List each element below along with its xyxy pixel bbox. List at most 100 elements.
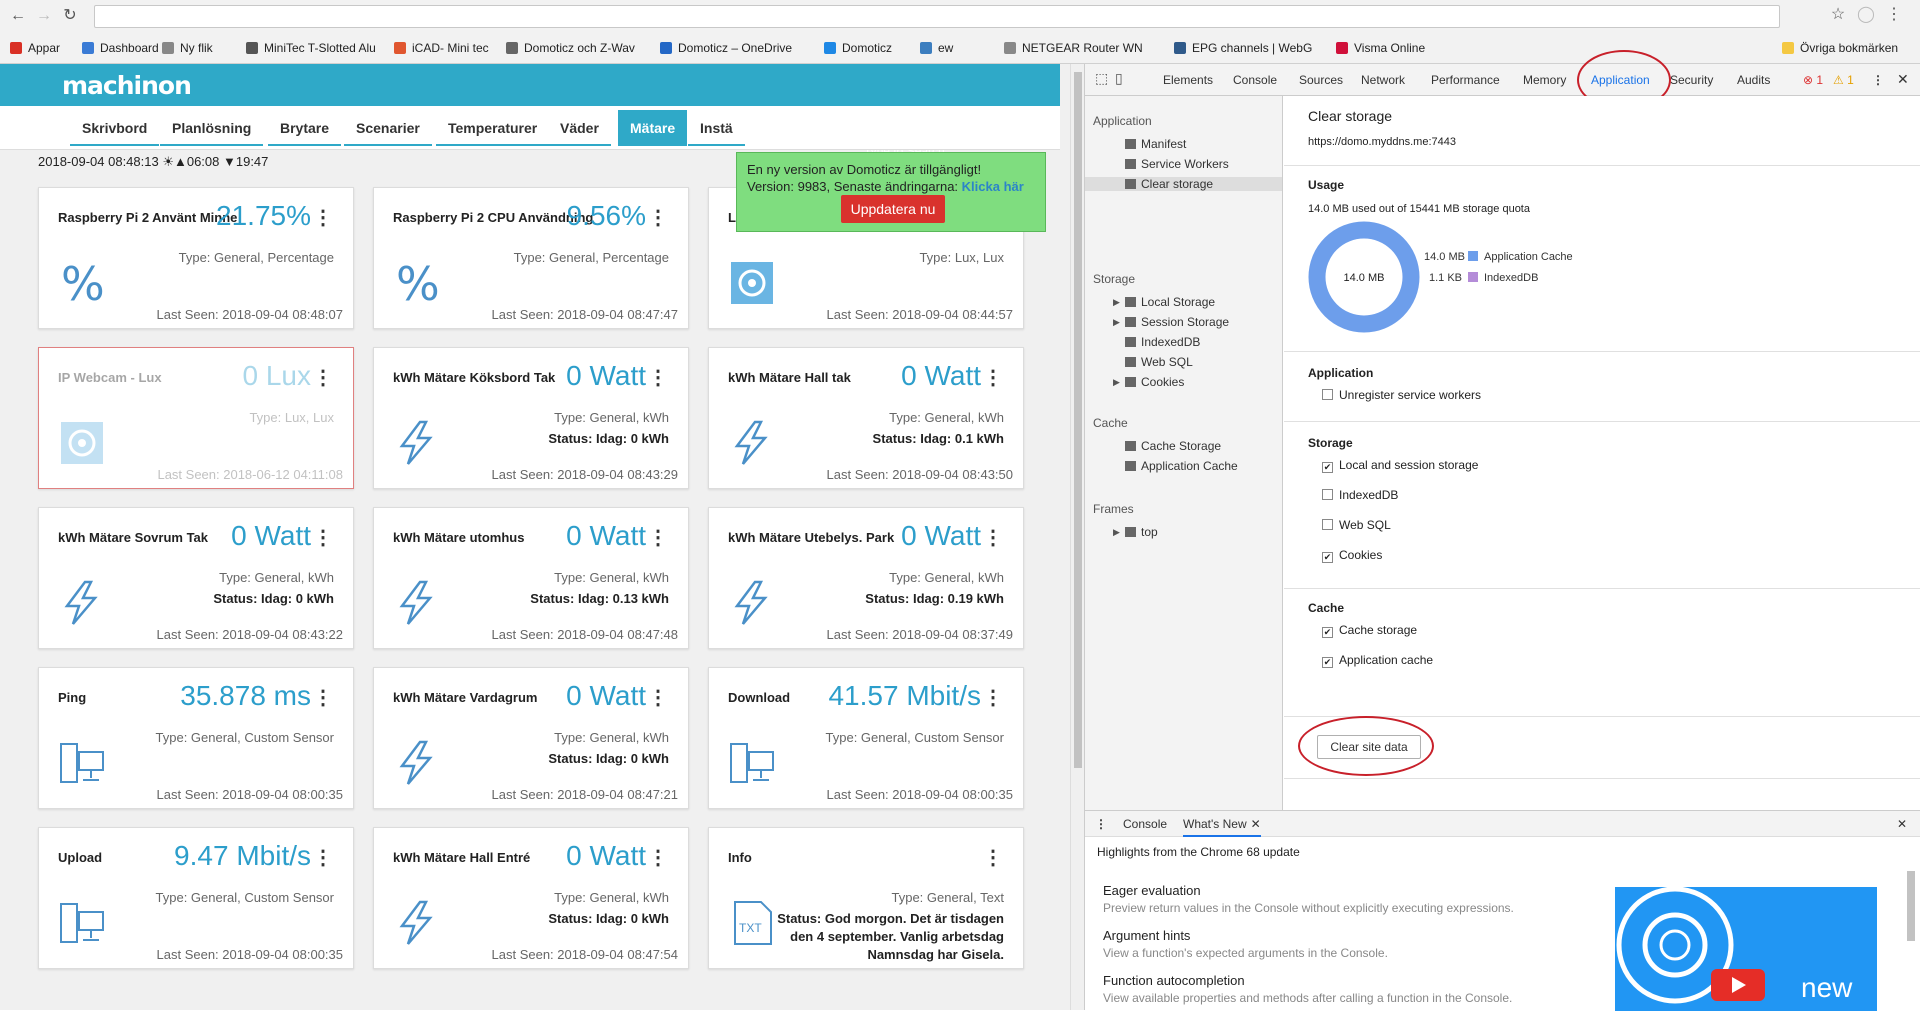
checkbox-row[interactable]: Web SQL [1322, 518, 1391, 532]
drawer-tab[interactable]: Console [1123, 817, 1167, 831]
close-drawer-icon[interactable]: ✕ [1897, 817, 1907, 831]
device-card[interactable]: kWh Mätare Vardagrum 0 Watt ⋮ Type: General… [373, 667, 689, 809]
inspect-icon[interactable]: ⬚ [1095, 70, 1108, 87]
devtools-tab[interactable]: Elements [1163, 73, 1213, 87]
device-card[interactable]: Raspberry Pi 2 Använt Minne 21.75% ⋮ Type: … [38, 187, 354, 329]
device-card[interactable]: Upload 9.47 Mbit/s ⋮ Type: General, Custom … [38, 827, 354, 969]
nav-tab[interactable]: Scenarier [344, 110, 432, 146]
checkbox[interactable] [1322, 389, 1333, 400]
bookmark-item[interactable]: Dashboard [82, 41, 159, 55]
card-menu-icon[interactable]: ⋮ [648, 528, 668, 548]
other-bookmarks[interactable]: Övriga bokmärken [1782, 41, 1898, 55]
back-icon[interactable]: ← [8, 6, 28, 26]
card-menu-icon[interactable]: ⋮ [313, 528, 333, 548]
device-card[interactable]: kWh Mätare Hall Entré 0 Watt ⋮ Type: Genera… [373, 827, 689, 969]
device-card[interactable]: kWh Mätare Köksbord Tak 0 Watt ⋮ Type: Gene… [373, 347, 689, 489]
bookmark-item[interactable]: EPG channels | WebG [1174, 41, 1312, 55]
checkbox[interactable]: ✔ [1322, 462, 1333, 473]
sidebar-item[interactable]: Manifest [1125, 137, 1186, 151]
devtools-tab[interactable]: Network [1361, 73, 1405, 87]
card-menu-icon[interactable]: ⋮ [313, 368, 333, 388]
drawer-scrollbar[interactable] [1907, 871, 1915, 941]
devtools-tab[interactable]: Security [1670, 73, 1713, 87]
card-menu-icon[interactable]: ⋮ [313, 848, 333, 868]
bookmark-item[interactable]: Domoticz och Z-Wav [506, 41, 635, 55]
nav-tab[interactable]: Brytare [268, 110, 342, 146]
nav-tab[interactable]: Väder [548, 110, 611, 146]
nav-tab[interactable]: Instä [688, 110, 745, 146]
checkbox-row[interactable]: ✔ Local and session storage [1322, 458, 1478, 473]
sidebar-item[interactable]: Cache Storage [1125, 439, 1221, 453]
sidebar-item[interactable]: Clear storage [1085, 177, 1282, 191]
bookmark-item[interactable]: Domoticz [824, 41, 892, 55]
menu-icon[interactable]: ⋮ [1884, 5, 1904, 25]
warning-count[interactable]: ⚠ 1 [1833, 73, 1854, 87]
sidebar-item[interactable]: ▶ Session Storage [1113, 315, 1229, 329]
sidebar-item[interactable]: ▶ Cookies [1113, 375, 1184, 389]
scroll-thumb[interactable] [1074, 72, 1082, 768]
card-menu-icon[interactable]: ⋮ [983, 528, 1003, 548]
bookmark-item[interactable]: Domoticz – OneDrive [660, 41, 792, 55]
devtools-tab[interactable]: Performance [1431, 73, 1500, 87]
checkbox-row[interactable]: ✔ Cookies [1322, 548, 1382, 563]
device-card[interactable]: IP Webcam - Lux 0 Lux ⋮ Type: Lux, Lux Last … [38, 347, 354, 489]
device-card[interactable]: Download 41.57 Mbit/s ⋮ Type: General, Cust… [708, 667, 1024, 809]
update-button[interactable]: Uppdatera nu [841, 195, 945, 223]
bookmark-item[interactable]: NETGEAR Router WN [1004, 41, 1143, 55]
nav-tab[interactable]: Skrivbord [70, 110, 160, 146]
address-bar[interactable] [94, 5, 1780, 28]
device-card[interactable]: Ping 35.878 ms ⋮ Type: General, Custom Sens… [38, 667, 354, 809]
forward-icon[interactable]: → [34, 6, 54, 26]
nav-tab[interactable]: Mätare [618, 110, 688, 146]
devtools-tab[interactable]: Audits [1737, 73, 1770, 87]
whats-new-item[interactable]: Function autocompletion View available pr… [1103, 973, 1512, 1005]
checkbox[interactable]: ✔ [1322, 657, 1333, 668]
checkbox[interactable] [1322, 489, 1333, 500]
card-menu-icon[interactable]: ⋮ [983, 368, 1003, 388]
bookmark-item[interactable]: iCAD- Mini tec [394, 41, 489, 55]
nav-tab[interactable]: Temperaturer [436, 110, 550, 146]
device-card[interactable]: Info ⋮ Type: General, Text Status: God morg… [708, 827, 1024, 969]
sidebar-item[interactable]: Application Cache [1125, 459, 1238, 473]
device-card[interactable]: Raspberry Pi 2 CPU Användning 9.56% ⋮ Type:… [373, 187, 689, 329]
extension-icon[interactable]: ◯ [1856, 5, 1876, 25]
bookmark-item[interactable]: Appar [10, 41, 60, 55]
app-scrollbar[interactable] [1070, 64, 1084, 1010]
card-menu-icon[interactable]: ⋮ [648, 208, 668, 228]
drawer-menu-icon[interactable]: ⋮ [1095, 817, 1107, 831]
nav-tab[interactable]: Planlösning [160, 110, 264, 146]
bookmark-item[interactable]: ew [920, 41, 953, 55]
expand-icon[interactable]: ▶ [1113, 317, 1120, 328]
sidebar-item[interactable]: Web SQL [1125, 355, 1193, 369]
card-menu-icon[interactable]: ⋮ [648, 688, 668, 708]
device-card[interactable]: kWh Mätare Utebelys. Park 0 Watt ⋮ Type: Ge… [708, 507, 1024, 649]
checkbox-row[interactable]: Unregister service workers [1322, 388, 1481, 402]
checkbox-row[interactable]: IndexedDB [1322, 488, 1398, 502]
error-count[interactable]: ⊗ 1 [1803, 73, 1823, 87]
sidebar-item[interactable]: Service Workers [1125, 157, 1229, 171]
checkbox[interactable]: ✔ [1322, 627, 1333, 638]
close-tab-icon[interactable]: ✕ [1251, 817, 1261, 831]
expand-icon[interactable]: ▶ [1113, 527, 1120, 538]
sidebar-item[interactable]: ▶ top [1113, 525, 1158, 539]
device-toggle-icon[interactable]: ▯ [1115, 70, 1123, 87]
bookmark-item[interactable]: MiniTec T-Slotted Alu [246, 41, 376, 55]
card-menu-icon[interactable]: ⋮ [313, 688, 333, 708]
changelog-link[interactable]: Klicka här [962, 179, 1024, 194]
devtools-tab[interactable]: Memory [1523, 73, 1566, 87]
card-menu-icon[interactable]: ⋮ [648, 848, 668, 868]
whats-new-item[interactable]: Eager evaluation Preview return values in… [1103, 883, 1514, 915]
device-card[interactable]: kWh Mätare Hall tak 0 Watt ⋮ Type: General,… [708, 347, 1024, 489]
card-menu-icon[interactable]: ⋮ [983, 688, 1003, 708]
checkbox[interactable]: ✔ [1322, 552, 1333, 563]
sidebar-item[interactable]: ▶ Local Storage [1113, 295, 1215, 309]
device-card[interactable]: kWh Mätare utomhus 0 Watt ⋮ Type: General, … [373, 507, 689, 649]
star-icon[interactable]: ☆ [1828, 5, 1848, 25]
card-menu-icon[interactable]: ⋮ [648, 368, 668, 388]
drawer-tab[interactable]: What's New ✕ [1183, 817, 1261, 837]
reload-icon[interactable]: ↻ [60, 6, 80, 26]
devtools-tab[interactable]: Console [1233, 73, 1277, 87]
checkbox-row[interactable]: ✔ Application cache [1322, 653, 1433, 668]
devtools-tab[interactable]: Sources [1299, 73, 1343, 87]
devtools-menu-icon[interactable]: ⋮ [1872, 73, 1884, 87]
